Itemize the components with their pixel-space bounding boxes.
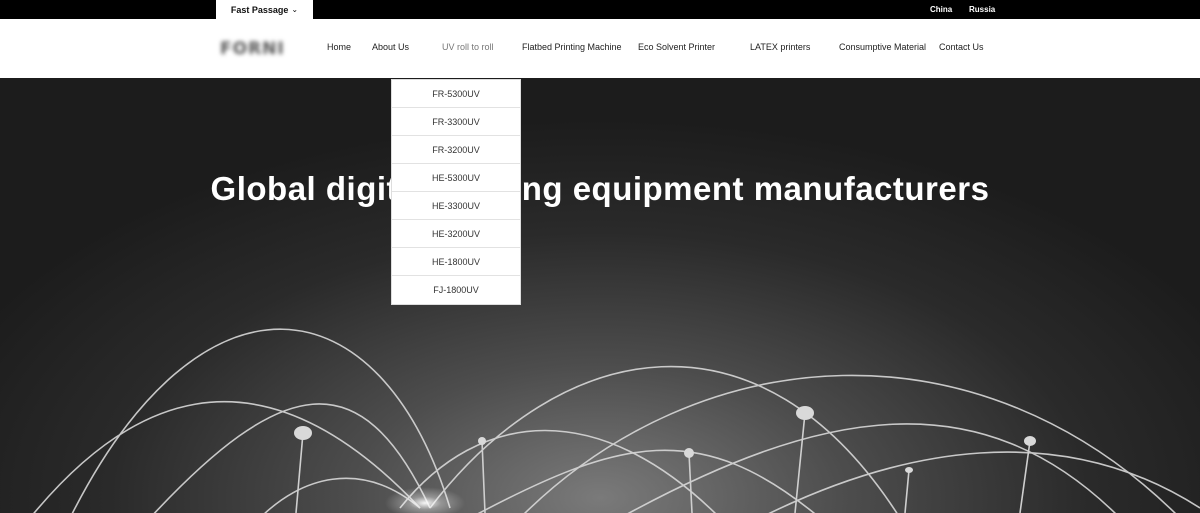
uv-roll-to-roll-dropdown: FR-5300UV FR-3300UV FR-3200UV HE-5300UV …: [391, 79, 521, 305]
network-arcs-graphic: [33, 328, 1200, 513]
fast-passage-label: Fast Passage: [230, 4, 289, 15]
top-bar: Fast Passage ⌄ China Russia: [0, 0, 1200, 19]
nav-item-flatbed-printing-machine[interactable]: Flatbed Printing Machine: [522, 42, 622, 52]
hero-banner: Global digital printing equipment manufa…: [0, 78, 1200, 513]
logo-text: FORNI: [220, 39, 285, 59]
main-header: FORNI Home About Us UV roll to roll Flat…: [0, 19, 1200, 78]
nav-item-latex-printers[interactable]: LATEX printers: [750, 42, 810, 52]
dropdown-item-he-3200uv[interactable]: HE-3200UV: [392, 220, 520, 248]
nav-item-home[interactable]: Home: [327, 42, 351, 52]
hero-title: Global digital printing equipment manufa…: [210, 170, 990, 207]
nav-item-eco-solvent-printer[interactable]: Eco Solvent Printer: [638, 42, 715, 52]
language-link-russia[interactable]: Russia: [969, 0, 995, 19]
chevron-down-icon: ⌄: [291, 5, 299, 14]
dropdown-item-fj-1800uv[interactable]: FJ-1800UV: [392, 276, 520, 304]
dropdown-item-fr-3300uv[interactable]: FR-3300UV: [392, 108, 520, 136]
logo[interactable]: FORNI: [220, 39, 308, 59]
nav-item-uv-roll-to-roll[interactable]: UV roll to roll: [442, 42, 494, 52]
dropdown-item-he-1800uv[interactable]: HE-1800UV: [392, 248, 520, 276]
fast-passage-button[interactable]: Fast Passage ⌄: [216, 0, 313, 19]
nav-item-contact-us[interactable]: Contact Us: [939, 42, 984, 52]
language-link-china[interactable]: China: [930, 0, 952, 19]
dropdown-item-he-5300uv[interactable]: HE-5300UV: [392, 164, 520, 192]
dropdown-item-he-3300uv[interactable]: HE-3300UV: [392, 192, 520, 220]
nav-item-about-us[interactable]: About Us: [372, 42, 409, 52]
dropdown-item-fr-3200uv[interactable]: FR-3200UV: [392, 136, 520, 164]
nav-item-consumptive-material[interactable]: Consumptive Material: [839, 42, 926, 52]
dropdown-item-fr-5300uv[interactable]: FR-5300UV: [392, 80, 520, 108]
